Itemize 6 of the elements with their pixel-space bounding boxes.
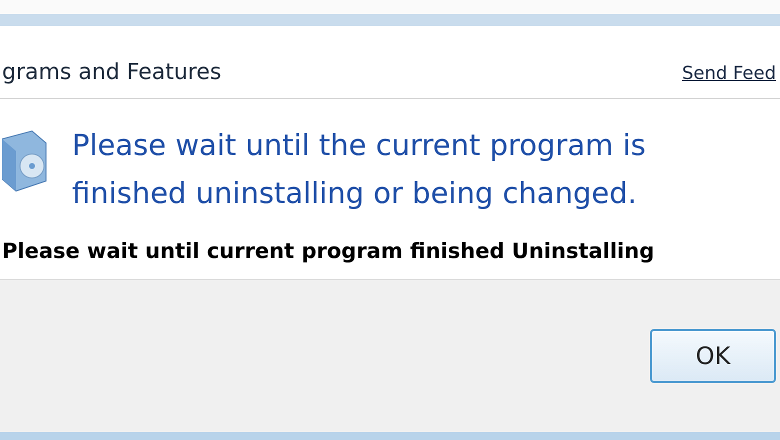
send-feedback-link[interactable]: Send Feed xyxy=(682,62,776,84)
status-message: Please wait until the current program is xyxy=(72,127,646,164)
caption-text: Please wait until current program finished Uninstalling xyxy=(2,238,656,265)
window-title: grams and Features xyxy=(2,60,222,84)
ok-button[interactable]: OK xyxy=(650,329,776,383)
status-message: finished uninstalling or being changed. xyxy=(72,175,638,212)
